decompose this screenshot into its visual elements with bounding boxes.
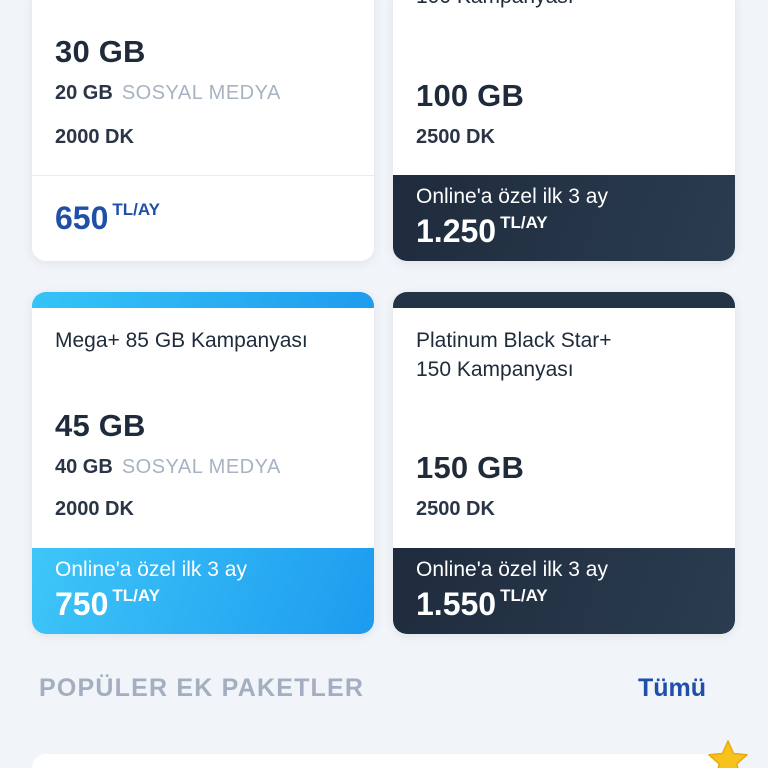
minutes: 2000 DK <box>55 126 134 148</box>
minutes: 2500 DK <box>416 498 495 520</box>
data-amount: 30 GB <box>55 34 146 69</box>
package-card-4[interactable]: Platinum Black Star+ 150 Kampanyası 150 … <box>393 292 735 634</box>
price-value: 650 <box>55 200 109 236</box>
promo-text: Online'a özel ilk 3 ay <box>416 558 608 581</box>
minutes: 2500 DK <box>416 126 495 148</box>
package-title: Platinum Black Star+ 150 Kampanyası <box>416 326 716 384</box>
data-amount: 100 GB <box>416 78 525 113</box>
package-card-1[interactable]: 30 GB 20 GB SOSYAL MEDYA 2000 DK 650 TL/AY <box>32 0 374 261</box>
price-unit: TL/AY <box>112 586 160 605</box>
promo-footer: Online'a özel ilk 3 ay 750 TL/AY <box>32 548 374 634</box>
price: 1.250 TL/AY <box>416 213 548 250</box>
promo-footer: Online'a özel ilk 3 ay 1.550 TL/AY <box>393 548 735 634</box>
screen: 30 GB 20 GB SOSYAL MEDYA 2000 DK 650 TL/AY… <box>0 0 768 768</box>
price-value: 750 <box>55 586 109 622</box>
addon-package-card[interactable] <box>32 754 736 768</box>
social-media-quota: 40 GB SOSYAL MEDYA <box>55 456 281 479</box>
star-icon[interactable] <box>706 738 750 768</box>
price: 1.550 TL/AY <box>416 586 548 623</box>
card-top-bar <box>393 292 735 308</box>
price: 750 TL/AY <box>55 586 160 623</box>
package-title: Mega+ 85 GB Kampanyası <box>55 329 308 352</box>
card-top-bar <box>32 292 374 308</box>
promo-text: Online'a özel ilk 3 ay <box>55 558 247 581</box>
price-unit: TL/AY <box>112 200 160 219</box>
price: 650 TL/AY <box>55 200 160 237</box>
price-value: 1.550 <box>416 586 497 622</box>
social-gb: 20 GB <box>55 82 113 104</box>
package-card-2[interactable]: 100 Kampanyası 100 GB 2500 DK Online'a ö… <box>393 0 735 261</box>
price-unit: TL/AY <box>500 213 548 232</box>
social-gb: 40 GB <box>55 456 113 478</box>
promo-text: Online'a özel ilk 3 ay <box>416 185 608 208</box>
see-all-link[interactable]: Tümü <box>638 674 706 703</box>
section-title: POPÜLER EK PAKETLER <box>39 674 365 702</box>
package-card-3[interactable]: Mega+ 85 GB Kampanyası 45 GB 40 GB SOSYAL… <box>32 292 374 634</box>
price-value: 1.250 <box>416 213 497 249</box>
price-footer: 650 TL/AY <box>32 175 374 261</box>
social-label: SOSYAL MEDYA <box>121 82 281 104</box>
price-unit: TL/AY <box>500 586 548 605</box>
package-title-line-1: Platinum Black Star+ <box>416 329 612 352</box>
promo-footer: Online'a özel ilk 3 ay 1.250 TL/AY <box>393 175 735 261</box>
package-title: 100 Kampanyası <box>416 0 716 11</box>
data-amount: 45 GB <box>55 408 146 443</box>
minutes: 2000 DK <box>55 498 134 520</box>
package-title-line-2: 150 Kampanyası <box>416 358 574 381</box>
social-media-quota: 20 GB SOSYAL MEDYA <box>55 82 281 105</box>
data-amount: 150 GB <box>416 450 525 485</box>
social-label: SOSYAL MEDYA <box>121 456 281 478</box>
